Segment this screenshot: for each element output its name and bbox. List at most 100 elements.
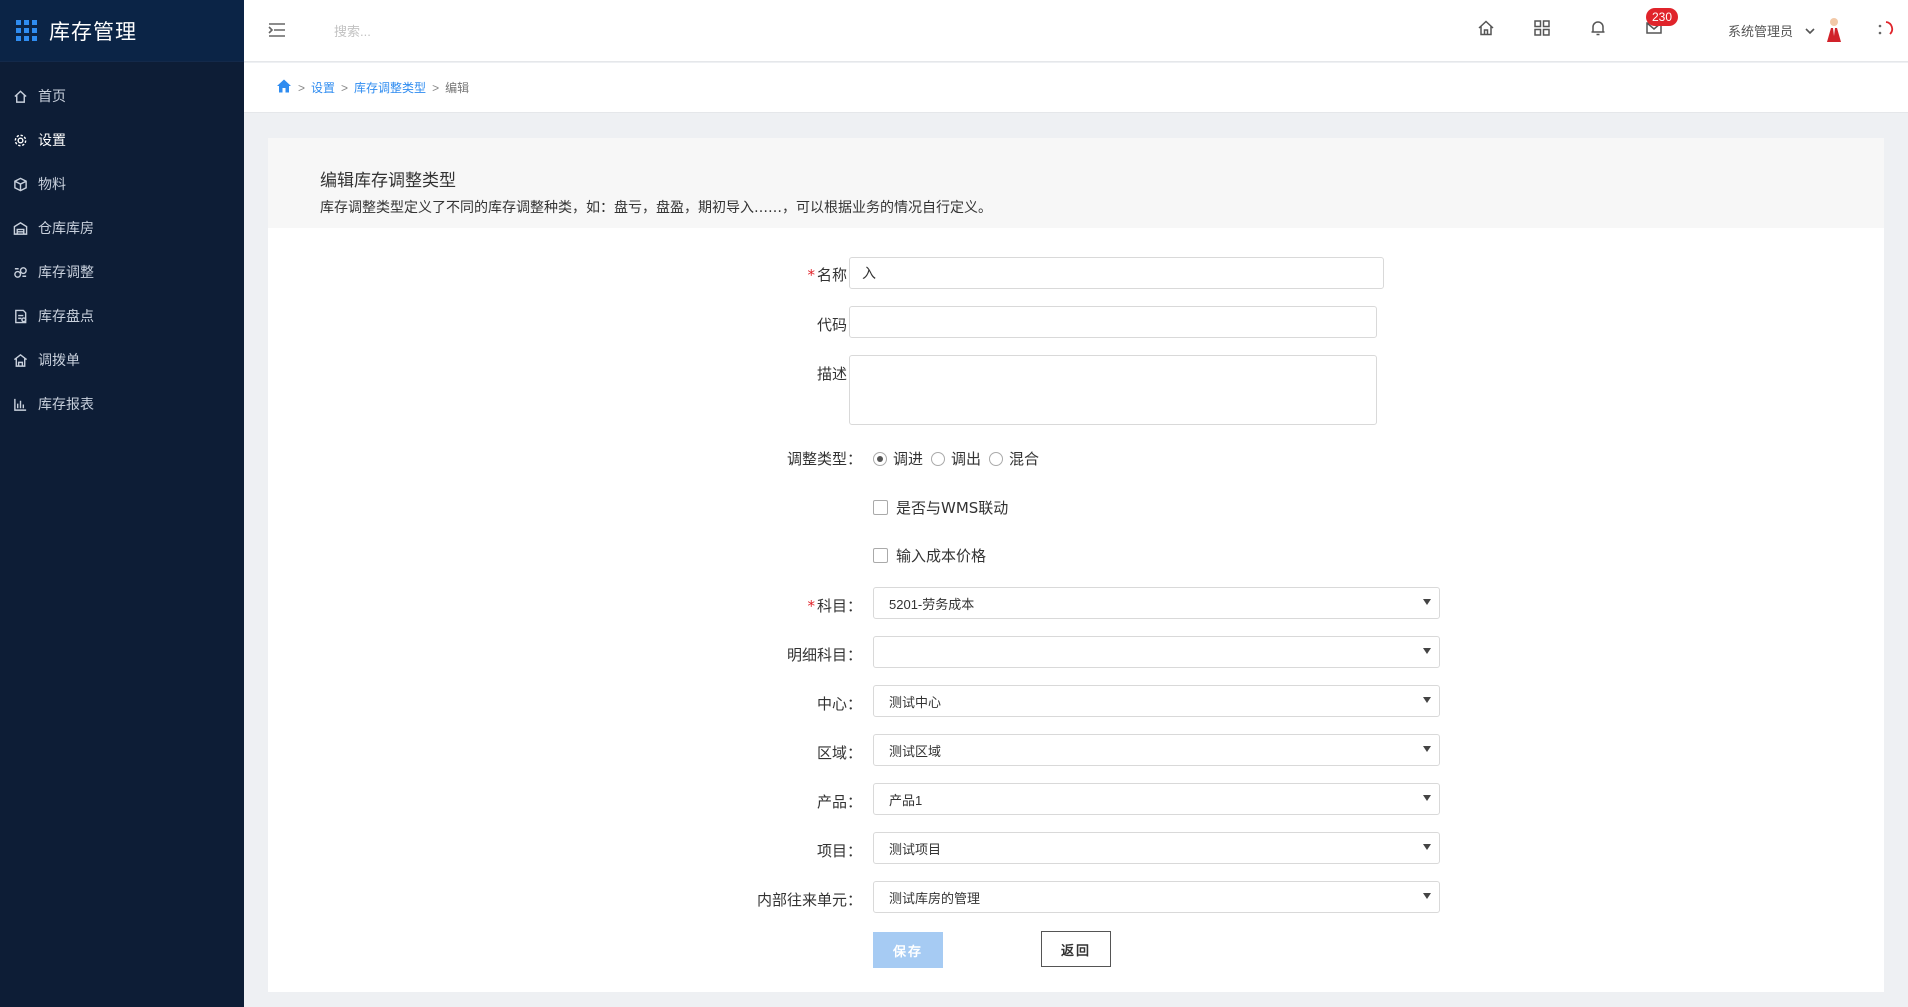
cube-icon (12, 176, 28, 192)
adjust-type-label: 调整类型： (786, 450, 862, 468)
breadcrumb-separator: > (341, 80, 349, 95)
page-title: 编辑库存调整类型 (320, 171, 456, 191)
warehouse-icon (12, 220, 28, 236)
code-label: 代码： (816, 316, 862, 334)
sidebar: 库存管理 首页 设置 物料 仓库库房 库存调整 库存盘点 调拨单 库存报表 (0, 0, 244, 1007)
sidebar-item-stock-report[interactable]: 库存报表 (0, 382, 244, 426)
sidebar-item-label: 库存报表 (38, 397, 94, 413)
description-label: 描述： (816, 365, 862, 383)
account-label: * 科目： (807, 597, 862, 615)
sidebar-item-stock-count[interactable]: 库存盘点 (0, 294, 244, 338)
sidebar-item-label: 仓库库房 (38, 221, 94, 237)
select-value: 5201-劳务成本 (889, 596, 975, 612)
sidebar-item-home[interactable]: 首页 (0, 74, 244, 118)
description-field[interactable] (849, 355, 1377, 425)
detail-account-select[interactable] (873, 636, 1440, 668)
notification-badge: 230 (1646, 8, 1679, 26)
app-title: 库存管理 (49, 19, 137, 44)
adjust-icon (12, 264, 28, 280)
center-select[interactable]: 测试中心 (873, 685, 1440, 717)
radio-label: 调出 (951, 450, 982, 468)
breadcrumb: > 设置 > 库存调整类型 > 编辑 (244, 63, 1908, 113)
chevron-down-icon[interactable] (1804, 22, 1816, 35)
select-value: 产品1 (889, 792, 923, 808)
sidebar-item-label: 调拨单 (38, 353, 80, 369)
gear-icon (12, 132, 28, 148)
menu-toggle-icon[interactable] (266, 19, 288, 41)
cost-price-label: 输入成本价格 (896, 547, 987, 565)
radio-adjust-mixed[interactable] (989, 451, 1004, 466)
sidebar-item-label: 库存盘点 (38, 309, 94, 325)
select-value: 测试库房的管理 (889, 890, 981, 906)
cost-price-row: 输入成本价格 (873, 545, 986, 566)
breadcrumb-link-settings[interactable]: 设置 (311, 79, 335, 96)
sidebar-item-label: 设置 (38, 133, 66, 149)
transfer-icon (12, 352, 28, 368)
home-icon[interactable] (1476, 18, 1498, 40)
home-icon (12, 88, 28, 104)
home-icon[interactable] (276, 78, 292, 97)
caret-down-icon (1423, 795, 1431, 801)
sidebar-item-label: 物料 (38, 177, 66, 193)
brand: 库存管理 (0, 0, 244, 62)
back-button[interactable]: 返回 (1041, 931, 1111, 967)
project-select[interactable]: 测试项目 (873, 832, 1440, 864)
breadcrumb-separator: > (432, 80, 440, 95)
center-label: 中心： (816, 695, 862, 713)
cost-price-checkbox[interactable] (873, 548, 888, 563)
wms-link-label: 是否与WMS联动 (896, 499, 1009, 517)
adjust-type-group: 调进 调出 混合 (873, 448, 1047, 469)
top-header: 230 系统管理员 (244, 0, 1908, 62)
caret-down-icon (1423, 599, 1431, 605)
wms-link-checkbox[interactable] (873, 500, 888, 515)
detail-account-label: 明细科目： (786, 646, 862, 664)
internal-unit-select[interactable]: 测试库房的管理 (873, 881, 1440, 913)
save-button[interactable]: 保存 (873, 932, 943, 968)
radio-label: 混合 (1009, 450, 1040, 468)
radio-adjust-in[interactable] (873, 451, 887, 466)
select-value: 测试中心 (889, 694, 942, 710)
search-input[interactable] (334, 18, 554, 44)
bar-chart-icon (12, 396, 28, 412)
caret-down-icon (1423, 648, 1431, 654)
sidebar-item-label: 首页 (38, 89, 66, 105)
apps-grid-icon[interactable] (16, 20, 37, 41)
sidebar-item-warehouse[interactable]: 仓库库房 (0, 206, 244, 250)
breadcrumb-current: 编辑 (445, 81, 470, 95)
name-field[interactable] (849, 257, 1384, 289)
internal-unit-label: 内部往来单元： (756, 891, 862, 909)
caret-down-icon (1423, 893, 1431, 899)
select-value: 测试区域 (889, 743, 942, 759)
sidebar-item-label: 库存调整 (38, 265, 94, 281)
radio-label: 调进 (893, 450, 924, 468)
name-label: * 名称： (807, 266, 862, 284)
bell-icon[interactable] (1588, 18, 1610, 40)
sidebar-item-stock-adjust[interactable]: 库存调整 (0, 250, 244, 294)
wms-link-row: 是否与WMS联动 (873, 497, 1008, 518)
avatar[interactable] (1824, 16, 1844, 44)
region-select[interactable]: 测试区域 (873, 734, 1440, 766)
select-value: 测试项目 (889, 841, 942, 857)
card-header: 编辑库存调整类型 库存调整类型定义了不同的库存调整种类，如：盘亏，盘盈，期初导入… (268, 138, 1884, 228)
account-select[interactable]: 5201-劳务成本 (873, 587, 1440, 619)
user-name[interactable]: 系统管理员 (1728, 21, 1793, 40)
project-label: 项目： (816, 842, 862, 860)
sidebar-item-transfer[interactable]: 调拨单 (0, 338, 244, 382)
grid-icon[interactable] (1532, 18, 1554, 40)
code-field[interactable] (849, 306, 1377, 338)
sidebar-nav: 首页 设置 物料 仓库库房 库存调整 库存盘点 调拨单 库存报表 (0, 74, 244, 426)
page-description: 库存调整类型定义了不同的库存调整种类，如：盘亏，盘盈，期初导入……，可以根据业务… (320, 200, 992, 216)
sidebar-item-materials[interactable]: 物料 (0, 162, 244, 206)
inventory-check-icon (12, 308, 28, 324)
product-select[interactable]: 产品1 (873, 783, 1440, 815)
breadcrumb-separator: > (298, 80, 306, 95)
breadcrumb-link-adjust-type[interactable]: 库存调整类型 (354, 79, 426, 96)
region-label: 区域： (816, 744, 862, 762)
caret-down-icon (1423, 844, 1431, 850)
radio-adjust-out[interactable] (931, 451, 946, 466)
more-icon[interactable] (1874, 18, 1898, 42)
caret-down-icon (1423, 746, 1431, 752)
sidebar-item-settings[interactable]: 设置 (0, 118, 244, 162)
caret-down-icon (1423, 697, 1431, 703)
product-label: 产品： (816, 793, 862, 811)
